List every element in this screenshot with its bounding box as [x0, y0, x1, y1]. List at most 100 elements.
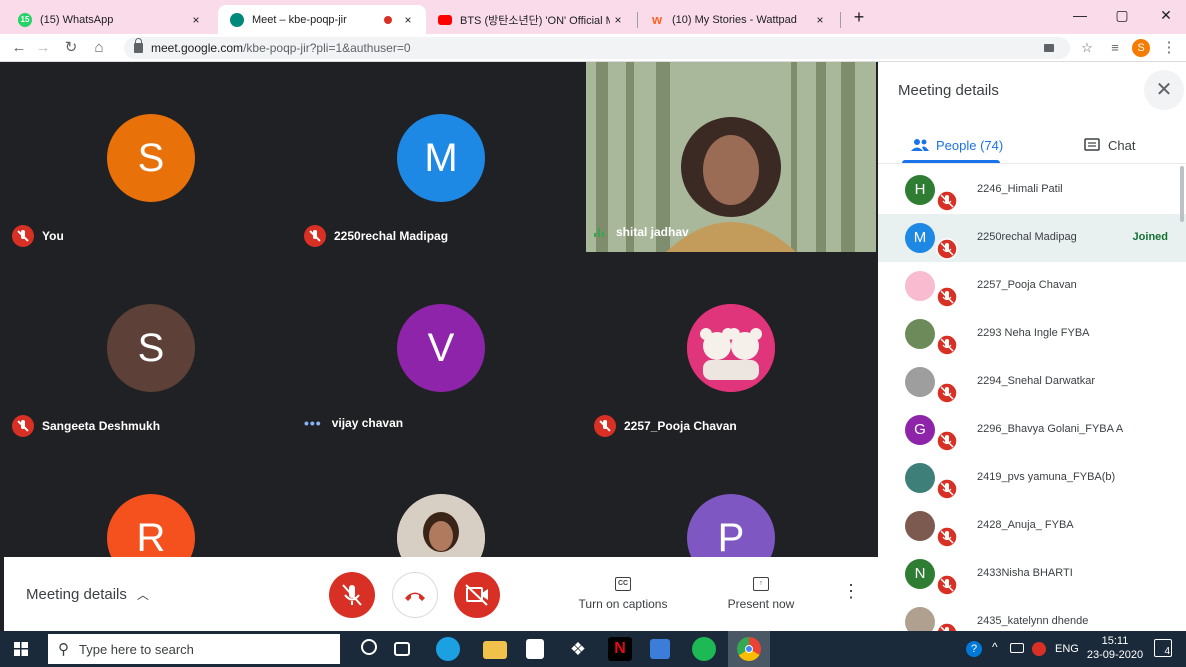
close-tab-icon[interactable]: × [610, 13, 626, 27]
participant-avatar: M [905, 223, 935, 253]
tab-people[interactable]: People (74) [910, 132, 1003, 158]
address-bar-row: ← → ↻ ⌂ meet.google.com/kbe-poqp-jir?pli… [0, 34, 1186, 62]
participant-label: You [12, 225, 64, 247]
close-window-button[interactable]: ✕ [1146, 0, 1186, 30]
mic-off-icon [936, 190, 958, 212]
close-tab-icon[interactable]: × [812, 13, 828, 27]
participant-row[interactable]: 2428_Anuja_ FYBA [878, 502, 1186, 550]
participant-row[interactable]: N 2433Nisha BHARTI [878, 550, 1186, 598]
windows-taskbar: ⚲ Type here to search ❖ N ? ^ ENG 15:11 … [0, 631, 1186, 667]
avatar: S [107, 304, 195, 392]
participant-row[interactable]: 2419_pvs yamuna_FYBA(b) [878, 454, 1186, 502]
camera-indicator-icon[interactable] [1044, 44, 1054, 52]
close-panel-button[interactable]: ✕ [1144, 70, 1184, 110]
participant-name: 2246_Himali Patil [977, 183, 1063, 195]
more-options-icon[interactable]: ⋮ [842, 581, 860, 602]
participant-tile[interactable]: V ••• vijay chavan [296, 252, 586, 442]
meeting-details-button[interactable]: Meeting details ︿ [26, 586, 149, 603]
participant-name: 2433Nisha BHARTI [977, 567, 1073, 579]
participant-tile[interactable]: M 2250rechal Madipag [296, 62, 586, 252]
new-tab-button[interactable]: + [848, 6, 870, 28]
hang-up-icon [405, 592, 425, 601]
participant-row[interactable]: 2257_Pooja Chavan [878, 262, 1186, 310]
edge-icon[interactable] [436, 637, 460, 661]
url-host: meet.google.com [151, 41, 244, 55]
bookmark-star-icon[interactable]: ☆ [1076, 38, 1098, 58]
clock[interactable]: 15:11 23-09-2020 [1084, 634, 1146, 662]
participant-row[interactable]: 2294_Snehal Darwatkar [878, 358, 1186, 406]
volume-icon[interactable] [1032, 642, 1046, 656]
taskbar-search-input[interactable]: ⚲ Type here to search [48, 634, 340, 664]
close-tab-icon[interactable]: × [400, 13, 416, 27]
scrollbar[interactable] [1180, 166, 1184, 222]
present-now-button[interactable]: ↑ Present now [716, 577, 806, 611]
participant-row[interactable]: 2435_katelynn dhende [878, 598, 1186, 631]
captions-button[interactable]: CC Turn on captions [573, 577, 673, 611]
participant-avatar [905, 463, 935, 493]
participant-label: 2257_Pooja Chavan [594, 415, 737, 437]
participant-row[interactable]: G 2296_Bhavya Golani_FYBA A [878, 406, 1186, 454]
tab-wattpad[interactable]: w (10) My Stories - Wattpad × [638, 5, 838, 34]
mic-off-icon [936, 430, 958, 452]
participant-row[interactable]: M 2250rechal Madipag Joined [878, 214, 1186, 262]
spotify-icon[interactable] [692, 637, 716, 661]
home-icon[interactable]: ⌂ [88, 38, 110, 58]
chevron-up-icon[interactable]: ^ [992, 640, 998, 654]
tab-whatsapp[interactable]: 15 (15) WhatsApp × [6, 5, 214, 34]
tab-chat[interactable]: Chat [1084, 132, 1135, 158]
participant-tile[interactable]: 2257_Pooja Chavan [586, 252, 876, 442]
microphone-toggle-button[interactable] [329, 572, 375, 618]
browser-menu-icon[interactable]: ⋮ [1158, 38, 1180, 58]
mic-off-icon [936, 574, 958, 596]
netflix-icon[interactable]: N [608, 637, 632, 661]
tab-google-meet[interactable]: Meet – kbe-poqp-jir × [218, 5, 426, 34]
tab-youtube[interactable]: BTS (방탄소년단) 'ON' Official MV × [426, 5, 636, 34]
profile-avatar[interactable]: S [1132, 39, 1150, 57]
mic-off-icon [936, 478, 958, 500]
participant-avatar: N [905, 559, 935, 589]
participant-tile[interactable]: S Sangeeta Deshmukh [4, 252, 294, 442]
participant-avatar [905, 319, 935, 349]
participant-row[interactable]: H 2246_Himali Patil [878, 166, 1186, 214]
mic-off-icon [936, 334, 958, 356]
store-icon[interactable] [526, 639, 544, 659]
back-arrow-icon[interactable]: ← [8, 38, 30, 58]
url-input[interactable]: meet.google.com/kbe-poqp-jir?pli=1&authu… [124, 37, 1070, 59]
language-indicator[interactable]: ENG [1055, 643, 1079, 655]
participant-row[interactable]: 2293 Neha Ingle FYBA [878, 310, 1186, 358]
participant-video-tile[interactable]: shital jadhav [586, 62, 876, 252]
close-tab-icon[interactable]: × [188, 13, 204, 27]
battery-icon[interactable] [1010, 643, 1024, 653]
participant-tile[interactable] [296, 442, 586, 557]
reload-icon[interactable]: ↻ [60, 38, 82, 58]
task-view-icon[interactable] [394, 642, 410, 656]
app-icon[interactable] [650, 639, 670, 659]
participant-tile[interactable]: S You [4, 62, 294, 252]
cortana-icon[interactable] [361, 639, 377, 655]
avatar-photo [397, 494, 485, 557]
dropbox-icon[interactable]: ❖ [566, 637, 590, 661]
avatar: M [397, 114, 485, 202]
help-icon[interactable]: ? [966, 641, 982, 657]
maximize-button[interactable]: ▢ [1102, 0, 1142, 30]
forward-arrow-icon[interactable]: → [32, 38, 54, 58]
participant-label: shital jadhav [594, 225, 689, 239]
meeting-details-label: Meeting details [26, 586, 127, 603]
youtube-icon [438, 14, 452, 25]
tab-title: (15) WhatsApp [40, 13, 114, 26]
leave-call-button[interactable] [392, 572, 438, 618]
avatar-photo [687, 304, 775, 392]
participant-avatar: G [905, 415, 935, 445]
mic-off-icon [342, 584, 362, 606]
chrome-taskbar-button[interactable] [728, 631, 770, 667]
notifications-icon[interactable]: 4 [1154, 639, 1172, 657]
camera-toggle-button[interactable] [454, 572, 500, 618]
clock-time: 15:11 [1101, 635, 1129, 647]
file-explorer-icon[interactable] [483, 641, 507, 659]
windows-start-icon[interactable] [14, 642, 28, 656]
participant-name: 2257_Pooja Chavan [977, 279, 1077, 291]
minimize-button[interactable]: — [1060, 0, 1100, 30]
participant-tile[interactable]: R [4, 442, 294, 557]
participant-tile[interactable]: P [586, 442, 876, 557]
playlist-icon[interactable]: ≡ [1104, 38, 1126, 58]
